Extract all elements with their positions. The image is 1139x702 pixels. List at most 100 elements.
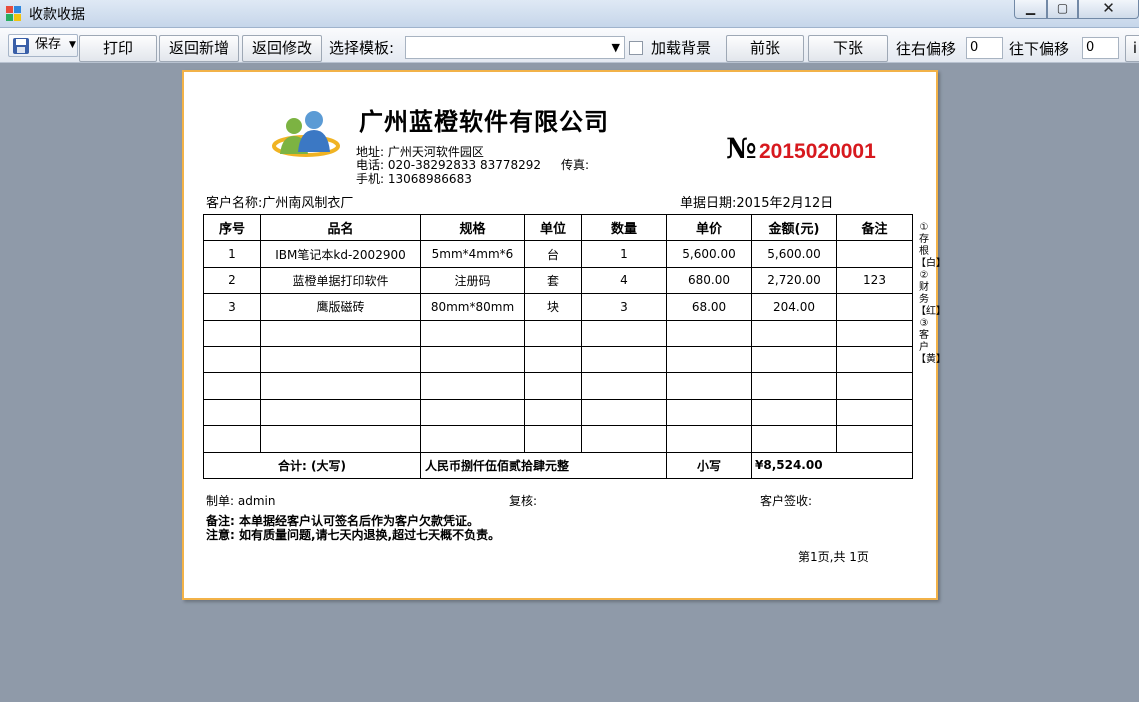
minimize-button[interactable]: ▁ xyxy=(1014,0,1047,19)
table-cell: 3 xyxy=(203,293,261,321)
table-cell xyxy=(751,345,837,374)
table-cell xyxy=(524,319,582,347)
table-cell xyxy=(581,425,667,453)
note-warning: 注意: 如有质量问题,请七天内退换,超过七天概不负责。 xyxy=(206,528,501,542)
chevron-down-icon[interactable]: ▼ xyxy=(69,37,76,53)
offset-right-label: 往右偏移 xyxy=(896,40,957,58)
title-bar: 收款收据 ▁ ▢ ✕ xyxy=(0,0,1139,28)
table-cell: 注册码 xyxy=(420,266,525,295)
table-cell: 鹰版磁砖 xyxy=(260,293,421,321)
table-cell xyxy=(524,372,582,400)
table-cell xyxy=(260,372,421,400)
company-phone: 电话: 020-38292833 83778292 xyxy=(356,158,542,172)
table-cell xyxy=(260,319,421,347)
table-cell: 680.00 xyxy=(666,266,752,295)
next-button[interactable]: 下张 xyxy=(808,35,888,62)
table-row xyxy=(203,372,913,400)
app-icon xyxy=(6,6,22,22)
close-icon: ✕ xyxy=(1102,0,1115,17)
table-cell xyxy=(260,425,421,453)
close-button[interactable]: ✕ xyxy=(1078,0,1139,19)
table-cell xyxy=(836,345,913,374)
save-button[interactable]: 保存 ▼ xyxy=(8,34,78,57)
template-select[interactable]: ▼ xyxy=(405,36,625,59)
table-cell: 68.00 xyxy=(666,293,752,321)
col-header: 规格 xyxy=(420,213,525,242)
table-cell xyxy=(666,398,752,427)
prev-button[interactable]: 前张 xyxy=(726,35,804,62)
dropdown-arrow-icon[interactable]: ▼ xyxy=(612,41,620,54)
total-uppercase: 人民币捌仟伍佰贰拾肆元整 xyxy=(420,451,667,479)
col-header: 数量 xyxy=(581,213,667,242)
table-cell xyxy=(751,372,837,400)
copy-distribution-label: ①存根【白】②财务【红】③客户【黄】 xyxy=(916,222,946,365)
table-cell xyxy=(524,345,582,374)
table-cell: 5,600.00 xyxy=(751,240,837,268)
table-cell xyxy=(751,319,837,347)
table-cell: 1 xyxy=(581,240,667,268)
table-cell xyxy=(581,372,667,400)
table-cell xyxy=(260,398,421,427)
table-cell xyxy=(836,293,913,321)
table-cell xyxy=(836,240,913,268)
col-header: 金额(元) xyxy=(751,213,837,242)
table-row xyxy=(203,425,913,453)
table-cell xyxy=(203,319,261,347)
print-button[interactable]: 打印 xyxy=(79,35,157,62)
company-mobile: 手机: 13068986683 xyxy=(356,172,472,186)
company-name: 广州蓝橙软件有限公司 xyxy=(359,108,609,136)
table-row xyxy=(203,345,913,374)
table-cell xyxy=(836,319,913,347)
template-label: 选择模板: xyxy=(329,39,395,57)
table-cell xyxy=(524,398,582,427)
table-cell xyxy=(666,425,752,453)
table-cell: 1 xyxy=(203,240,261,268)
items-table: 序号 品名 规格 单位 数量 单价 金额(元) 备注 1 IBM笔记本kd-200… xyxy=(203,213,913,479)
col-header: 单价 xyxy=(666,213,752,242)
table-cell xyxy=(420,398,525,427)
table-cell: 2 xyxy=(203,266,261,295)
maker: 制单: admin xyxy=(206,494,276,508)
total-lowercase: ¥8,524.00 xyxy=(751,451,913,479)
col-header: 序号 xyxy=(203,213,261,242)
table-cell: 5mm*4mm*6 xyxy=(420,240,525,268)
table-cell xyxy=(203,372,261,400)
maximize-button[interactable]: ▢ xyxy=(1047,0,1078,19)
offset-down-input[interactable]: 0 xyxy=(1082,37,1119,59)
table-cell xyxy=(666,372,752,400)
table-row: 1 IBM笔记本kd-2002900 5mm*4mm*6 台 1 5,600.00 5,60… xyxy=(203,240,913,268)
table-cell: 3 xyxy=(581,293,667,321)
number-sign: № xyxy=(726,132,757,165)
load-background-label[interactable]: 加载背景 xyxy=(651,39,711,57)
offset-right-input[interactable]: 0 xyxy=(966,37,1003,59)
table-cell xyxy=(666,319,752,347)
receipt-number: 2015020001 xyxy=(759,140,876,163)
table-cell xyxy=(581,345,667,374)
table-cell xyxy=(260,345,421,374)
table-cell: 204.00 xyxy=(751,293,837,321)
table-cell xyxy=(581,319,667,347)
table-cell: 台 xyxy=(524,240,582,268)
table-cell xyxy=(751,398,837,427)
company-address: 地址: 广州天河软件园区 xyxy=(356,145,484,159)
company-logo-icon xyxy=(272,111,340,157)
table-cell xyxy=(524,425,582,453)
table-header-row: 序号 品名 规格 单位 数量 单价 金额(元) 备注 xyxy=(203,213,913,242)
window-title: 收款收据 xyxy=(29,7,85,23)
floppy-disk-icon xyxy=(13,38,29,54)
customer-sign: 客户签收: xyxy=(760,494,813,508)
table-cell xyxy=(836,372,913,400)
back-new-button[interactable]: 返回新增 xyxy=(159,35,239,62)
table-cell xyxy=(420,372,525,400)
offset-down-label: 往下偏移 xyxy=(1009,40,1070,58)
total-label: 合计: (大写) xyxy=(203,451,421,479)
col-header: 单位 xyxy=(524,213,582,242)
table-cell: 蓝橙单据打印软件 xyxy=(260,266,421,295)
company-fax: 传真: xyxy=(561,158,590,172)
back-edit-button[interactable]: 返回修改 xyxy=(242,35,322,62)
load-background-checkbox[interactable] xyxy=(629,41,643,55)
overflow-button[interactable]: i xyxy=(1125,35,1139,62)
col-header: 品名 xyxy=(260,213,421,242)
receipt-paper: 广州蓝橙软件有限公司 地址: 广州天河软件园区 电话: 020-38292833… xyxy=(182,70,946,600)
table-cell xyxy=(666,345,752,374)
